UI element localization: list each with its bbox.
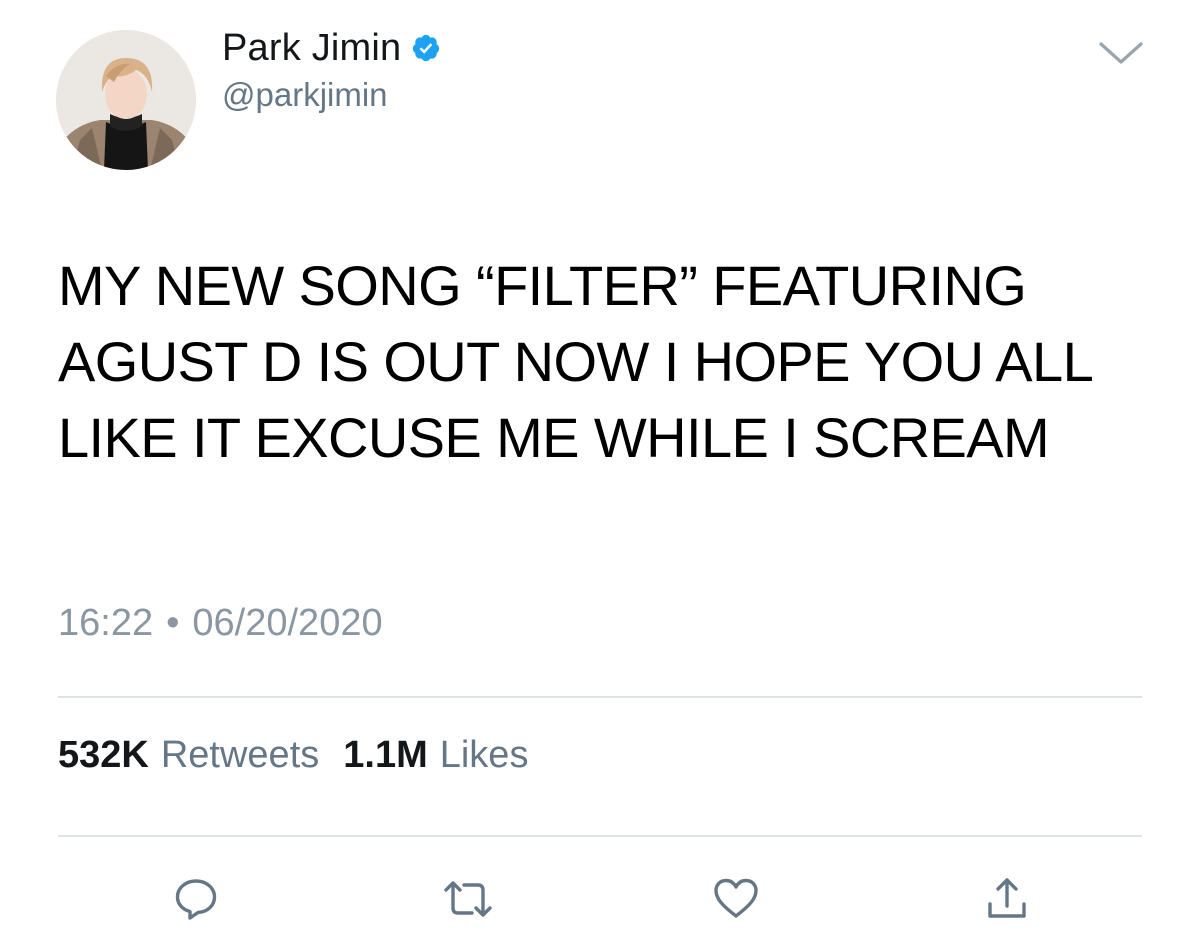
- avatar-image: [56, 30, 196, 170]
- tweet-timestamp[interactable]: 16:22 • 06/20/2020: [58, 602, 383, 645]
- share-icon[interactable]: [984, 876, 1030, 922]
- likes-count: 1.1M: [343, 734, 428, 776]
- separator-dot: •: [166, 602, 180, 644]
- reply-icon[interactable]: [173, 876, 219, 922]
- tweet-text: MY NEW SONG “FILTER” FEATURING AGUST D I…: [58, 254, 1107, 469]
- display-name[interactable]: Park Jimin: [222, 27, 401, 70]
- likes-stat[interactable]: 1.1M Likes: [343, 734, 528, 777]
- chevron-down-icon[interactable]: [1098, 40, 1144, 66]
- retweets-label: Retweets: [160, 734, 320, 776]
- likes-label: Likes: [439, 734, 529, 776]
- tweet-stats: 532K Retweets 1.1M Likes: [58, 734, 528, 777]
- divider: [58, 835, 1142, 837]
- retweets-stat[interactable]: 532K Retweets: [58, 734, 319, 777]
- retweet-icon[interactable]: [442, 876, 492, 922]
- heart-icon[interactable]: [712, 876, 758, 922]
- avatar[interactable]: [56, 30, 196, 170]
- author-handle[interactable]: @parkjimin: [222, 76, 388, 114]
- divider: [58, 696, 1142, 698]
- author-row: Park Jimin: [222, 26, 441, 70]
- retweets-count: 532K: [58, 734, 149, 776]
- tweet-time: 16:22: [58, 602, 154, 644]
- verified-badge-icon: [411, 33, 441, 63]
- tweet-date: 06/20/2020: [192, 602, 383, 644]
